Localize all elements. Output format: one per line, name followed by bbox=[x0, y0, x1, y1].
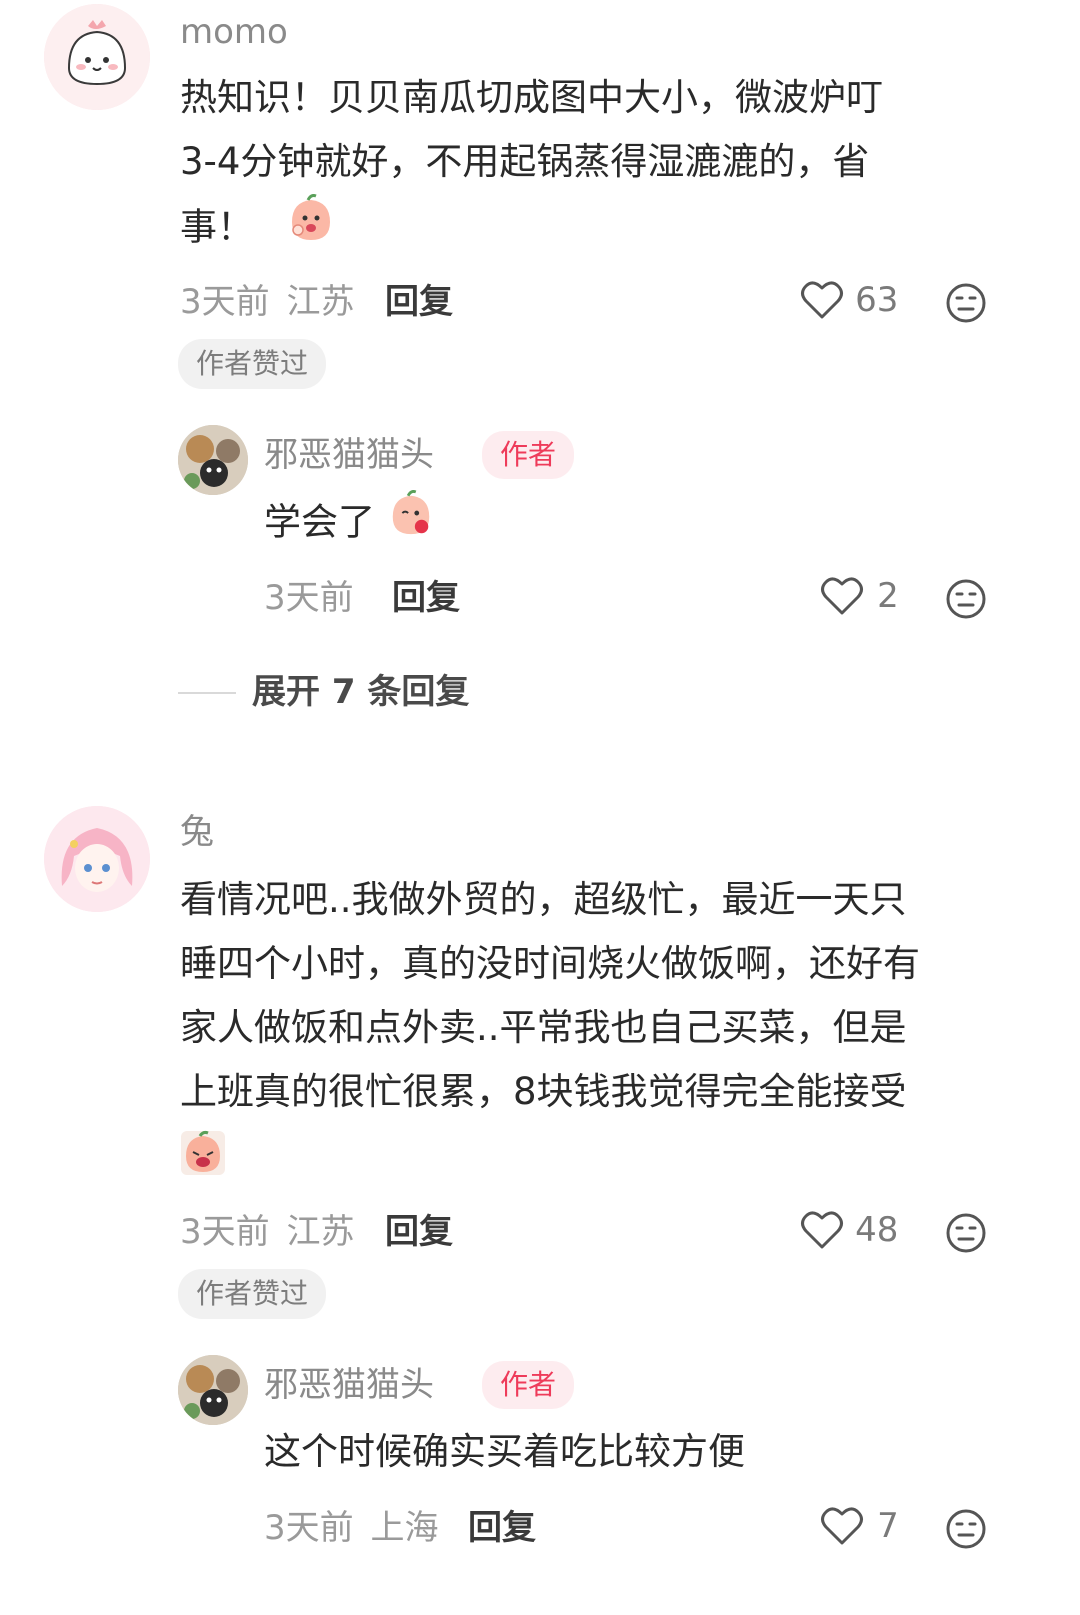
comment-username[interactable]: momo bbox=[180, 12, 288, 52]
comment-text-line: 家人做饭和点外卖..平常我也自己买菜，但是 bbox=[180, 1006, 907, 1049]
reply-text-fragment: 学会了 bbox=[264, 500, 375, 544]
reply-meta: 3天前 bbox=[264, 578, 354, 618]
comment-text-line: 睡四个小时，真的没时间烧火做饭啊，还好有 bbox=[180, 942, 920, 985]
comment-text-line: 事！ bbox=[180, 194, 1040, 264]
meh-face-icon bbox=[946, 1213, 986, 1253]
reply-button[interactable]: 回复 bbox=[385, 282, 453, 322]
like-count: 2 bbox=[877, 576, 899, 616]
like-button[interactable]: 63 bbox=[800, 280, 898, 324]
reply-avatar[interactable] bbox=[178, 1355, 248, 1425]
dislike-button[interactable] bbox=[945, 282, 987, 328]
comment-meta: 3天前 江苏 bbox=[180, 282, 354, 322]
comment-text-line: 热知识！贝贝南瓜切成图中大小，微波炉叮 bbox=[180, 76, 883, 119]
heart-outline-icon bbox=[801, 1211, 843, 1249]
comment-text-line: 上班真的很忙很累，8块钱我觉得完全能接受 bbox=[180, 1070, 907, 1113]
meh-face-icon bbox=[946, 579, 986, 619]
reply-meta: 3天前 上海 bbox=[264, 1508, 438, 1548]
comment-time: 3天前 bbox=[180, 1212, 270, 1252]
peach-mascot-sticker-icon bbox=[387, 490, 435, 558]
expand-replies-button[interactable]: 展开 7 条回复 bbox=[252, 672, 469, 712]
heart-outline-icon bbox=[801, 281, 843, 319]
comment-text-line: 看情况吧..我做外贸的，超级忙，最近一天只 bbox=[180, 878, 907, 921]
peach-mascot-sticker-icon bbox=[180, 1130, 226, 1180]
reply-text: 这个时候确实买着吃比较方便 bbox=[264, 1430, 745, 1473]
dislike-button[interactable] bbox=[945, 578, 987, 624]
avatar[interactable] bbox=[44, 806, 150, 912]
comment-text-line: 3-4分钟就好，不用起锅蒸得湿漉漉的，省 bbox=[180, 140, 870, 183]
reply-location: 上海 bbox=[370, 1508, 439, 1548]
dislike-button[interactable] bbox=[945, 1212, 987, 1258]
expand-divider bbox=[178, 692, 236, 694]
reply-button[interactable]: 回复 bbox=[392, 578, 460, 618]
reply-username[interactable]: 邪恶猫猫头 bbox=[264, 1365, 434, 1405]
reply-avatar[interactable] bbox=[178, 425, 248, 495]
reply-button[interactable]: 回复 bbox=[385, 1212, 453, 1252]
reply-text: 学会了 bbox=[264, 490, 435, 558]
author-liked-badge: 作者赞过 bbox=[178, 1269, 327, 1319]
comment-location: 江苏 bbox=[286, 282, 355, 322]
comment-location: 江苏 bbox=[286, 1212, 355, 1252]
reply-time: 3天前 bbox=[264, 578, 354, 618]
reply-button[interactable]: 回复 bbox=[468, 1508, 536, 1548]
heart-outline-icon bbox=[821, 1507, 863, 1545]
like-button[interactable]: 48 bbox=[800, 1210, 898, 1254]
reply-username[interactable]: 邪恶猫猫头 bbox=[264, 435, 434, 475]
like-button[interactable]: 7 bbox=[820, 1506, 899, 1550]
meh-face-icon bbox=[946, 1509, 986, 1549]
like-count: 7 bbox=[877, 1506, 899, 1546]
meh-face-icon bbox=[946, 283, 986, 323]
dislike-button[interactable] bbox=[945, 1508, 987, 1554]
comment-meta: 3天前 江苏 bbox=[180, 1212, 354, 1252]
comment-text: 热知识！贝贝南瓜切成图中大小，微波炉叮 3-4分钟就好，不用起锅蒸得湿漉漉的，省… bbox=[180, 66, 1040, 264]
like-button[interactable]: 2 bbox=[820, 576, 899, 620]
like-count: 48 bbox=[855, 1210, 899, 1250]
comment-text-fragment: 事！ bbox=[180, 205, 254, 249]
author-tag: 作者 bbox=[482, 431, 575, 479]
comment-text: 看情况吧..我做外贸的，超级忙，最近一天只 睡四个小时，真的没时间烧火做饭啊，还… bbox=[180, 868, 1050, 1124]
author-liked-badge: 作者赞过 bbox=[178, 339, 327, 389]
avatar[interactable] bbox=[44, 4, 150, 110]
author-tag: 作者 bbox=[482, 1361, 575, 1409]
like-count: 63 bbox=[855, 280, 899, 320]
heart-outline-icon bbox=[821, 577, 863, 615]
comment-time: 3天前 bbox=[180, 282, 270, 322]
comment-username[interactable]: 兔 bbox=[180, 812, 214, 852]
reply-time: 3天前 bbox=[264, 1508, 354, 1548]
peach-mascot-sticker-icon bbox=[286, 194, 336, 264]
